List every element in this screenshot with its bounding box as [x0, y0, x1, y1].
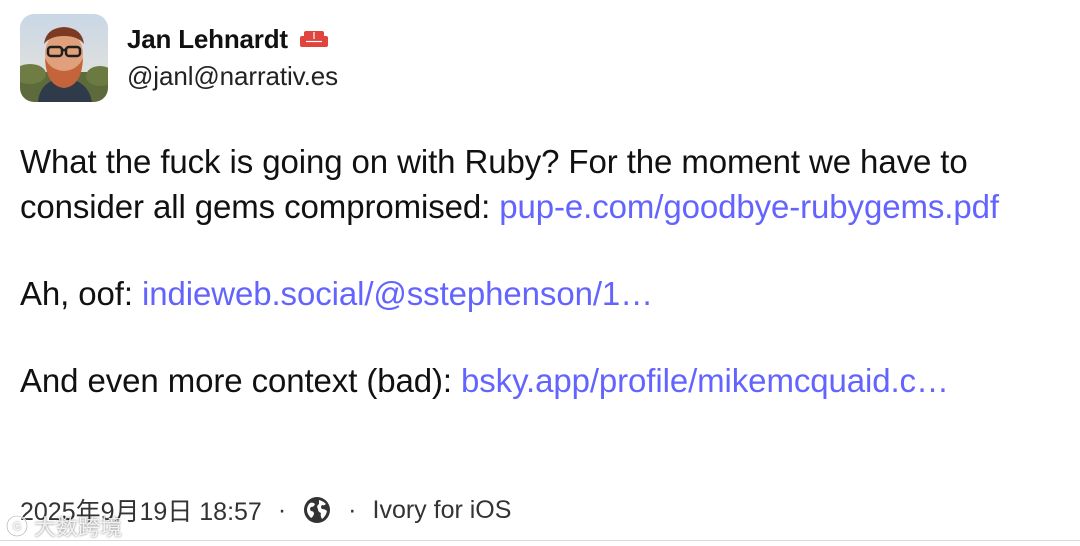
sofa-icon	[299, 28, 329, 50]
globe-icon	[302, 495, 332, 525]
post-link[interactable]: bsky.app/profile/mikemcquaid.c…	[461, 362, 949, 399]
post-content: What the fuck is going on with Ruby? For…	[20, 139, 1065, 445]
avatar-image	[20, 14, 108, 102]
author-info: Jan Lehnardt @janl@narrativ.es	[127, 14, 338, 92]
post-paragraph: Ah, oof: indieweb.social/@sstephenson/1…	[20, 271, 1065, 316]
author-name-row: Jan Lehnardt	[127, 21, 338, 57]
paragraph-text: Ah, oof:	[20, 275, 143, 312]
watermark-logo-icon: G	[6, 515, 28, 537]
svg-text:G: G	[13, 520, 22, 533]
bottom-divider	[0, 540, 1080, 541]
post-header: Jan Lehnardt @janl@narrativ.es	[20, 14, 338, 102]
post-paragraph: What the fuck is going on with Ruby? For…	[20, 139, 1065, 229]
paragraph-text: And even more context (bad):	[20, 362, 462, 399]
watermark-text: 大数跨境	[34, 516, 123, 541]
post-link[interactable]: indieweb.social/@sstephenson/1…	[142, 275, 653, 312]
author-handle[interactable]: @janl@narrativ.es	[127, 61, 338, 92]
client-app-name: Ivory for iOS	[372, 495, 512, 524]
author-display-name[interactable]: Jan Lehnardt	[127, 24, 288, 55]
avatar[interactable]	[20, 14, 108, 102]
footer-separator: ·	[348, 495, 357, 524]
watermark: G 大数跨境	[4, 510, 122, 542]
post-paragraph: And even more context (bad): bsky.app/pr…	[20, 358, 1065, 403]
post-link[interactable]: pup-e.com/goodbye-rubygems.pdf	[499, 188, 999, 225]
post-card: Jan Lehnardt @janl@narrativ.es What the …	[0, 0, 1080, 546]
footer-separator: ·	[277, 495, 287, 524]
